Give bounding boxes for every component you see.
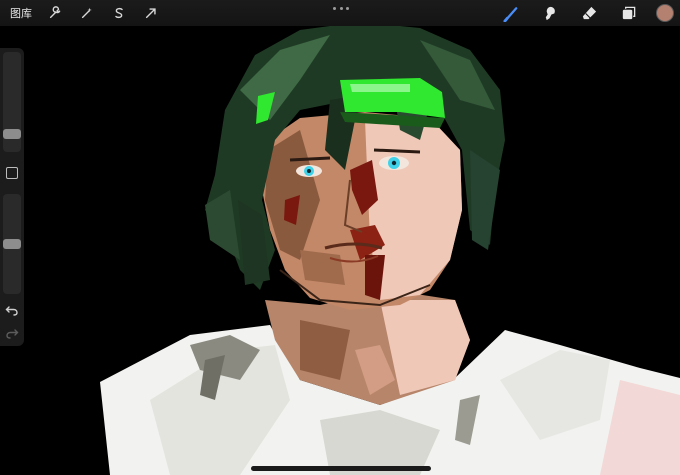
selection-button[interactable] [108,2,130,24]
redo-icon [6,329,19,339]
undo-button[interactable] [5,301,19,316]
dot-icon [333,6,336,10]
arrow-cursor-icon [145,8,156,19]
smudge-button[interactable] [539,2,561,24]
modify-button[interactable] [6,167,18,179]
magic-wand-icon [81,7,92,19]
brush-button[interactable] [500,2,522,24]
dot-icon [339,6,343,10]
more-options-handle[interactable] [333,5,349,11]
undo-icon [5,306,18,316]
transform-button[interactable] [140,2,162,24]
layers-button[interactable] [617,2,639,24]
brush-size-slider[interactable] [3,52,21,152]
home-indicator[interactable] [251,466,431,471]
procreate-app: 图库 [0,0,680,475]
brush-icon [502,6,517,22]
dot-icon [346,6,349,10]
smudge-icon [545,6,555,20]
brush-size-thumb[interactable] [3,128,21,139]
selection-s-icon [115,7,123,19]
actions-button[interactable] [44,2,66,24]
drawing-canvas[interactable] [0,0,680,475]
redo-button[interactable] [5,324,19,339]
eraser-button[interactable] [578,2,600,24]
right-tool-group [500,0,680,26]
layers-icon [622,6,635,19]
wrench-icon [49,6,61,19]
left-sidebar [0,48,24,346]
eraser-icon [582,6,596,19]
color-picker-swatch[interactable] [656,4,674,22]
top-toolbar: 图库 [0,0,680,26]
opacity-slider[interactable] [3,194,21,294]
opacity-thumb[interactable] [3,239,21,249]
adjustments-button[interactable] [76,2,98,24]
gallery-button[interactable]: 图库 [10,5,32,21]
